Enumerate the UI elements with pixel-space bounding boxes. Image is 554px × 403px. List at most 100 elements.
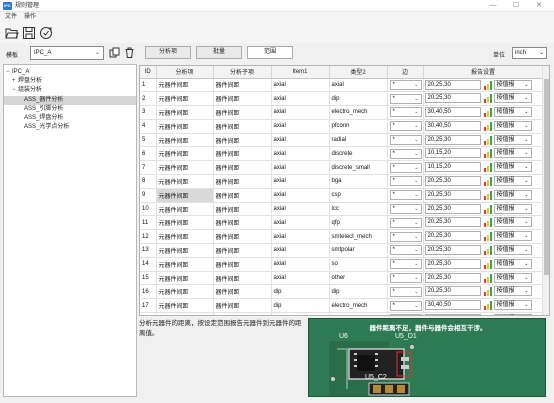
cell-item1[interactable]: axial	[271, 174, 330, 189]
report-mode-dropdown[interactable]: 按值报⌄	[493, 148, 532, 159]
report-mode-dropdown[interactable]: 按值报⌄	[493, 79, 532, 90]
report-values-input[interactable]: 20,25,30	[424, 286, 481, 297]
column-header[interactable]: ID	[140, 66, 157, 79]
report-mode-dropdown[interactable]: 按值报⌄	[493, 231, 532, 242]
column-header[interactable]: 类型2	[329, 66, 388, 79]
side-dropdown[interactable]: *⌄	[389, 93, 422, 104]
table-row[interactable]: 13 元器件间距 器件间距 axial smtpolar * ⌄ 20,25,30 按值报 ⌄	[140, 243, 544, 258]
cell-sub-item[interactable]: 器件间距	[213, 271, 272, 286]
report-mode-dropdown[interactable]: 按值报⌄	[493, 203, 532, 214]
table-row[interactable]: 16 元器件间距 器件间距 dip dip * ⌄ 20,25,30 按值报 ⌄	[140, 284, 544, 300]
report-values-input[interactable]: 20,25,30	[424, 231, 481, 242]
save-icon[interactable]	[22, 26, 36, 40]
tab-analysis-item[interactable]: 分析项	[145, 46, 191, 59]
table-row[interactable]: 8 元器件间距 器件间距 axial bga * ⌄ 20,25,30 按值报 ⌄	[140, 174, 544, 189]
open-folder-icon[interactable]	[5, 26, 19, 40]
cell-item1[interactable]: dip	[271, 298, 330, 314]
vertical-scrollbar[interactable]	[542, 66, 549, 315]
table-row[interactable]: 7 元器件间距 器件间距 axial discrete_small * ⌄ 10,15,20 按…	[140, 160, 544, 176]
table-row[interactable]: 2 元器件间距 器件间距 axial dip * ⌄ 20,25,30 按值报 ⌄	[140, 91, 544, 107]
table-row[interactable]: 15 元器件间距 器件间距 axial other * ⌄ 20,25,30 按值报 ⌄	[140, 271, 544, 286]
cell-item1[interactable]: axial	[271, 160, 330, 176]
cell-item[interactable]: 元器件间距	[156, 188, 214, 203]
cell-item1[interactable]: axial	[271, 271, 330, 286]
cell-item[interactable]: 元器件间距	[156, 119, 214, 134]
cell-item1[interactable]: axial	[271, 257, 330, 272]
cell-item[interactable]: 元器件间距	[156, 284, 214, 300]
side-dropdown[interactable]: *⌄	[389, 286, 422, 297]
side-dropdown[interactable]: *⌄	[389, 245, 422, 256]
report-mode-dropdown[interactable]: 按值报⌄	[493, 314, 532, 315]
report-mode-dropdown[interactable]: 按值报⌄	[493, 176, 532, 187]
cell-item[interactable]: 元器件间距	[156, 174, 214, 189]
side-dropdown[interactable]: *⌄	[389, 204, 422, 215]
tab-range[interactable]: 范围	[247, 46, 293, 59]
report-mode-dropdown[interactable]: 按值报⌄	[493, 217, 532, 228]
menu-operation[interactable]: 操作	[24, 12, 36, 23]
cell-item1[interactable]: axial	[271, 119, 330, 134]
cell-item1[interactable]: axial	[271, 215, 330, 231]
report-mode-dropdown[interactable]: 按值报⌄	[493, 300, 532, 311]
report-mode-dropdown[interactable]: 按值报⌄	[493, 286, 532, 297]
report-mode-dropdown[interactable]: 按值报⌄	[493, 258, 532, 269]
cell-item1[interactable]: axial	[271, 202, 330, 217]
report-mode-dropdown[interactable]: 按值报⌄	[493, 134, 532, 145]
side-dropdown[interactable]: *⌄	[389, 231, 422, 242]
side-dropdown[interactable]: *⌄	[389, 190, 422, 201]
report-values-input[interactable]: 20,25,30	[424, 272, 481, 283]
cell-item[interactable]: 元器件间距	[156, 298, 214, 314]
cell-sub-item[interactable]: 器件间距	[213, 257, 272, 272]
cell-type2[interactable]: bga	[329, 174, 388, 189]
cell-sub-item[interactable]: 器件间距	[213, 105, 272, 120]
cell-sub-item[interactable]: 器件间距	[213, 298, 272, 314]
cell-type2[interactable]: csp	[329, 188, 388, 203]
cell-type2[interactable]: electro_mech	[329, 105, 388, 120]
cell-item[interactable]: 元器件间距	[156, 229, 214, 245]
side-dropdown[interactable]: *⌄	[389, 273, 422, 284]
table-row[interactable]: 1 元器件间距 器件间距 axial axial * ⌄ 20,25,30 按值报 ⌄	[140, 78, 544, 93]
side-dropdown[interactable]: *⌄	[389, 79, 422, 90]
table-row[interactable]: 9 元器件间距 器件间距 axial csp * ⌄ 20,25,30 按值报 ⌄	[140, 188, 544, 203]
side-dropdown[interactable]: *⌄	[389, 148, 422, 159]
cell-item[interactable]: 元器件间距	[156, 243, 214, 258]
side-dropdown[interactable]: *⌄	[389, 300, 422, 311]
table-row[interactable]: 17 元器件间距 器件间距 dip electro_mech * ⌄ 30,40,50 按值报 ⌄	[140, 298, 544, 314]
close-icon[interactable]: ✕	[528, 0, 550, 12]
cell-item1[interactable]: dip	[271, 312, 330, 315]
column-header[interactable]: 报告设置	[423, 66, 544, 79]
cell-item[interactable]: 元器件间距	[156, 78, 214, 93]
table-row[interactable]: 3 元器件间距 器件间距 axial electro_mech * ⌄ 30,40,50 按值报…	[140, 105, 544, 120]
report-values-input[interactable]: 20,25,30	[424, 93, 481, 104]
cell-type2[interactable]: lcc	[329, 202, 388, 217]
cell-item[interactable]: 元器件间距	[156, 160, 214, 176]
cell-item1[interactable]: axial	[271, 146, 330, 162]
cell-sub-item[interactable]: 器件间距	[213, 160, 272, 176]
cell-sub-item[interactable]: 器件间距	[213, 188, 272, 203]
copy-icon[interactable]	[109, 47, 120, 58]
cell-type2[interactable]: pfconn	[329, 312, 388, 315]
report-values-input[interactable]: 20,25,30	[424, 134, 481, 145]
column-header[interactable]: 边	[387, 66, 424, 79]
delete-icon[interactable]	[124, 47, 135, 58]
cell-sub-item[interactable]: 器件间距	[213, 78, 272, 93]
unit-select[interactable]: inch ⌄	[512, 47, 547, 59]
cell-sub-item[interactable]: 器件间距	[213, 174, 272, 189]
side-dropdown[interactable]: *⌄	[389, 162, 422, 173]
cell-type2[interactable]: qfp	[329, 215, 388, 231]
cell-item[interactable]: 元器件间距	[156, 133, 214, 148]
cell-sub-item[interactable]: 器件间距	[213, 215, 272, 231]
side-dropdown[interactable]: *⌄	[389, 314, 422, 315]
table-row[interactable]: 14 元器件间距 器件间距 axial so * ⌄ 20,25,30 按值报 ⌄	[140, 257, 544, 272]
cell-type2[interactable]: smtelect_mech	[329, 229, 388, 245]
report-values-input[interactable]: 20,25,30	[424, 189, 481, 200]
cell-type2[interactable]: other	[329, 271, 388, 286]
cell-item1[interactable]: axial	[271, 78, 330, 93]
report-mode-dropdown[interactable]: 按值报⌄	[493, 93, 532, 104]
table-row[interactable]: 4 元器件间距 器件间距 axial pfconn * ⌄ 30,40,50 按值报 ⌄	[140, 119, 544, 134]
table-row[interactable]: 11 元器件间距 器件间距 axial qfp * ⌄ 20,25,30 按值报 ⌄	[140, 215, 544, 231]
report-mode-dropdown[interactable]: 按值报⌄	[493, 245, 532, 256]
tree-node[interactable]: ASS_器件分析	[4, 96, 136, 105]
cell-type2[interactable]: dip	[329, 91, 388, 107]
cell-item1[interactable]: axial	[271, 91, 330, 107]
table-row[interactable]: 6 元器件间距 器件间距 axial discrete * ⌄ 10,15,20 按值报 ⌄	[140, 146, 544, 162]
